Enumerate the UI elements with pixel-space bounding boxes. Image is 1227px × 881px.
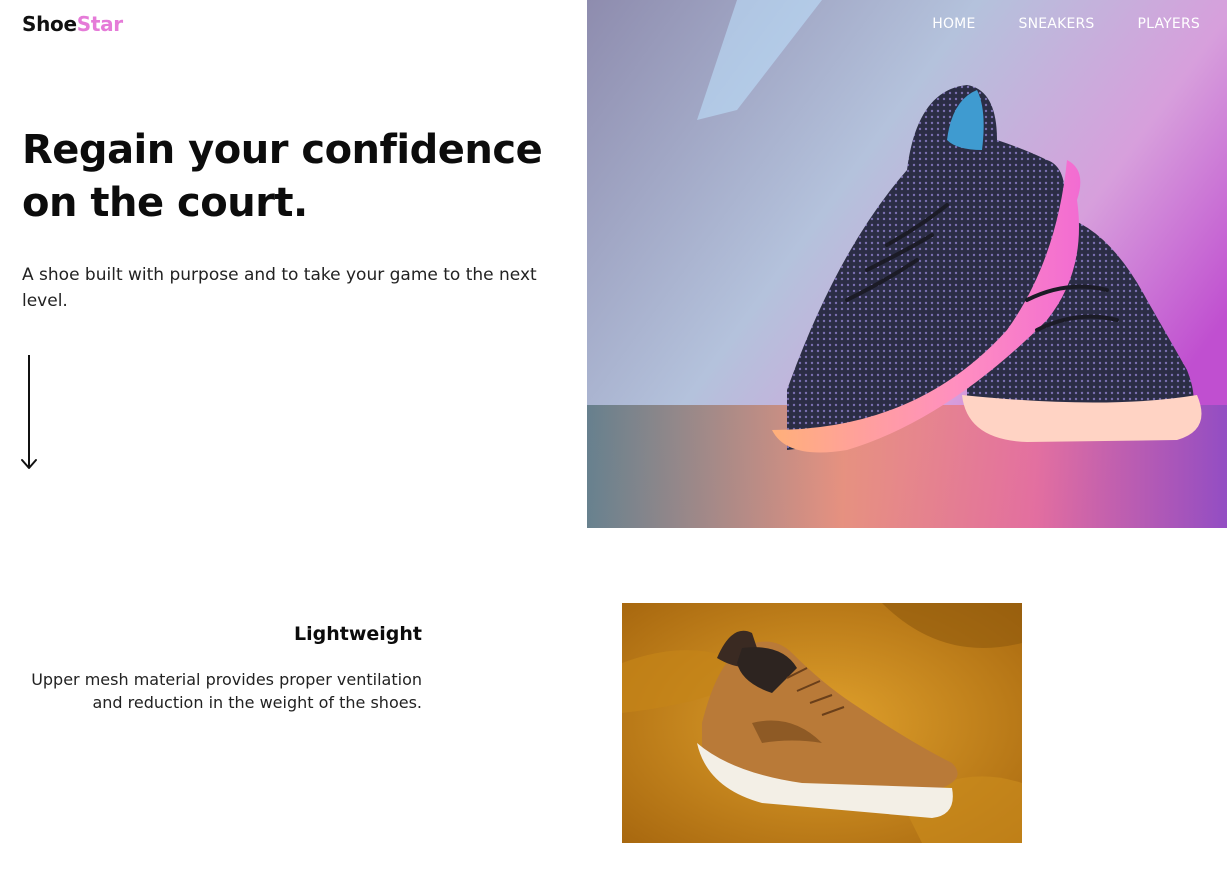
hero-headline: Regain your confidence on the court.	[22, 127, 543, 226]
brand-logo[interactable]: ShoeStar	[22, 12, 123, 36]
brand-logo-part1: Shoe	[22, 12, 77, 36]
hero-image	[587, 0, 1227, 528]
sneaker-photo-icon	[622, 603, 1022, 843]
nav-players-link[interactable]: PLAYERS	[1138, 16, 1200, 32]
feature-title: Lightweight	[294, 623, 422, 645]
brand-logo-part2: Star	[76, 12, 123, 36]
nav-home-link[interactable]: HOME	[932, 16, 975, 32]
nav-sneakers-link[interactable]: SNEAKERS	[1019, 16, 1095, 32]
main-nav: HOME SNEAKERS PLAYERS	[932, 16, 1200, 32]
arrow-down-icon[interactable]	[20, 355, 38, 471]
sneaker-photo-icon	[587, 0, 1227, 528]
hero-subtext: A shoe built with purpose and to take yo…	[22, 265, 537, 311]
feature-description: Upper mesh material provides proper vent…	[31, 670, 422, 712]
feature-image	[622, 603, 1022, 843]
